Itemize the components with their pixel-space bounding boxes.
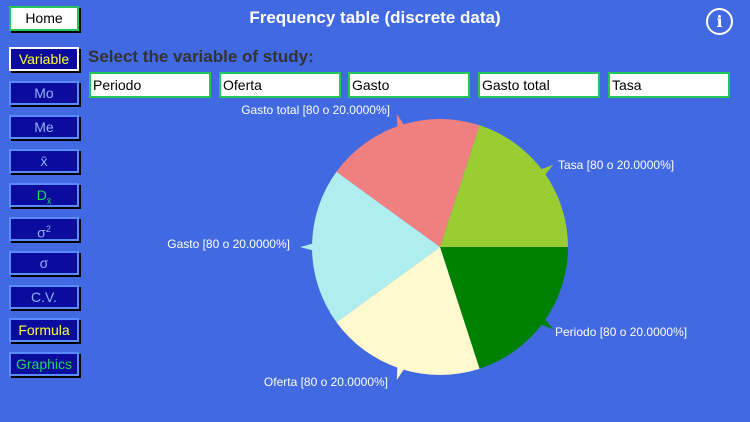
- pie-label: Gasto total [80 o 20.0000%]: [241, 103, 390, 117]
- pie-leader: [396, 365, 405, 381]
- pie-label: Periodo [80 o 20.0000%]: [555, 325, 687, 339]
- pie-chart: Periodo [80 o 20.0000%] Oferta [80 o 20.0…: [167, 103, 687, 389]
- pie-leader: [396, 113, 405, 129]
- pie-label: Oferta [80 o 20.0000%]: [264, 375, 388, 389]
- pie-leader: [300, 243, 315, 251]
- pie-label: Tasa [80 o 20.0000%]: [558, 158, 674, 172]
- pie-label: Gasto [80 o 20.0000%]: [167, 237, 290, 251]
